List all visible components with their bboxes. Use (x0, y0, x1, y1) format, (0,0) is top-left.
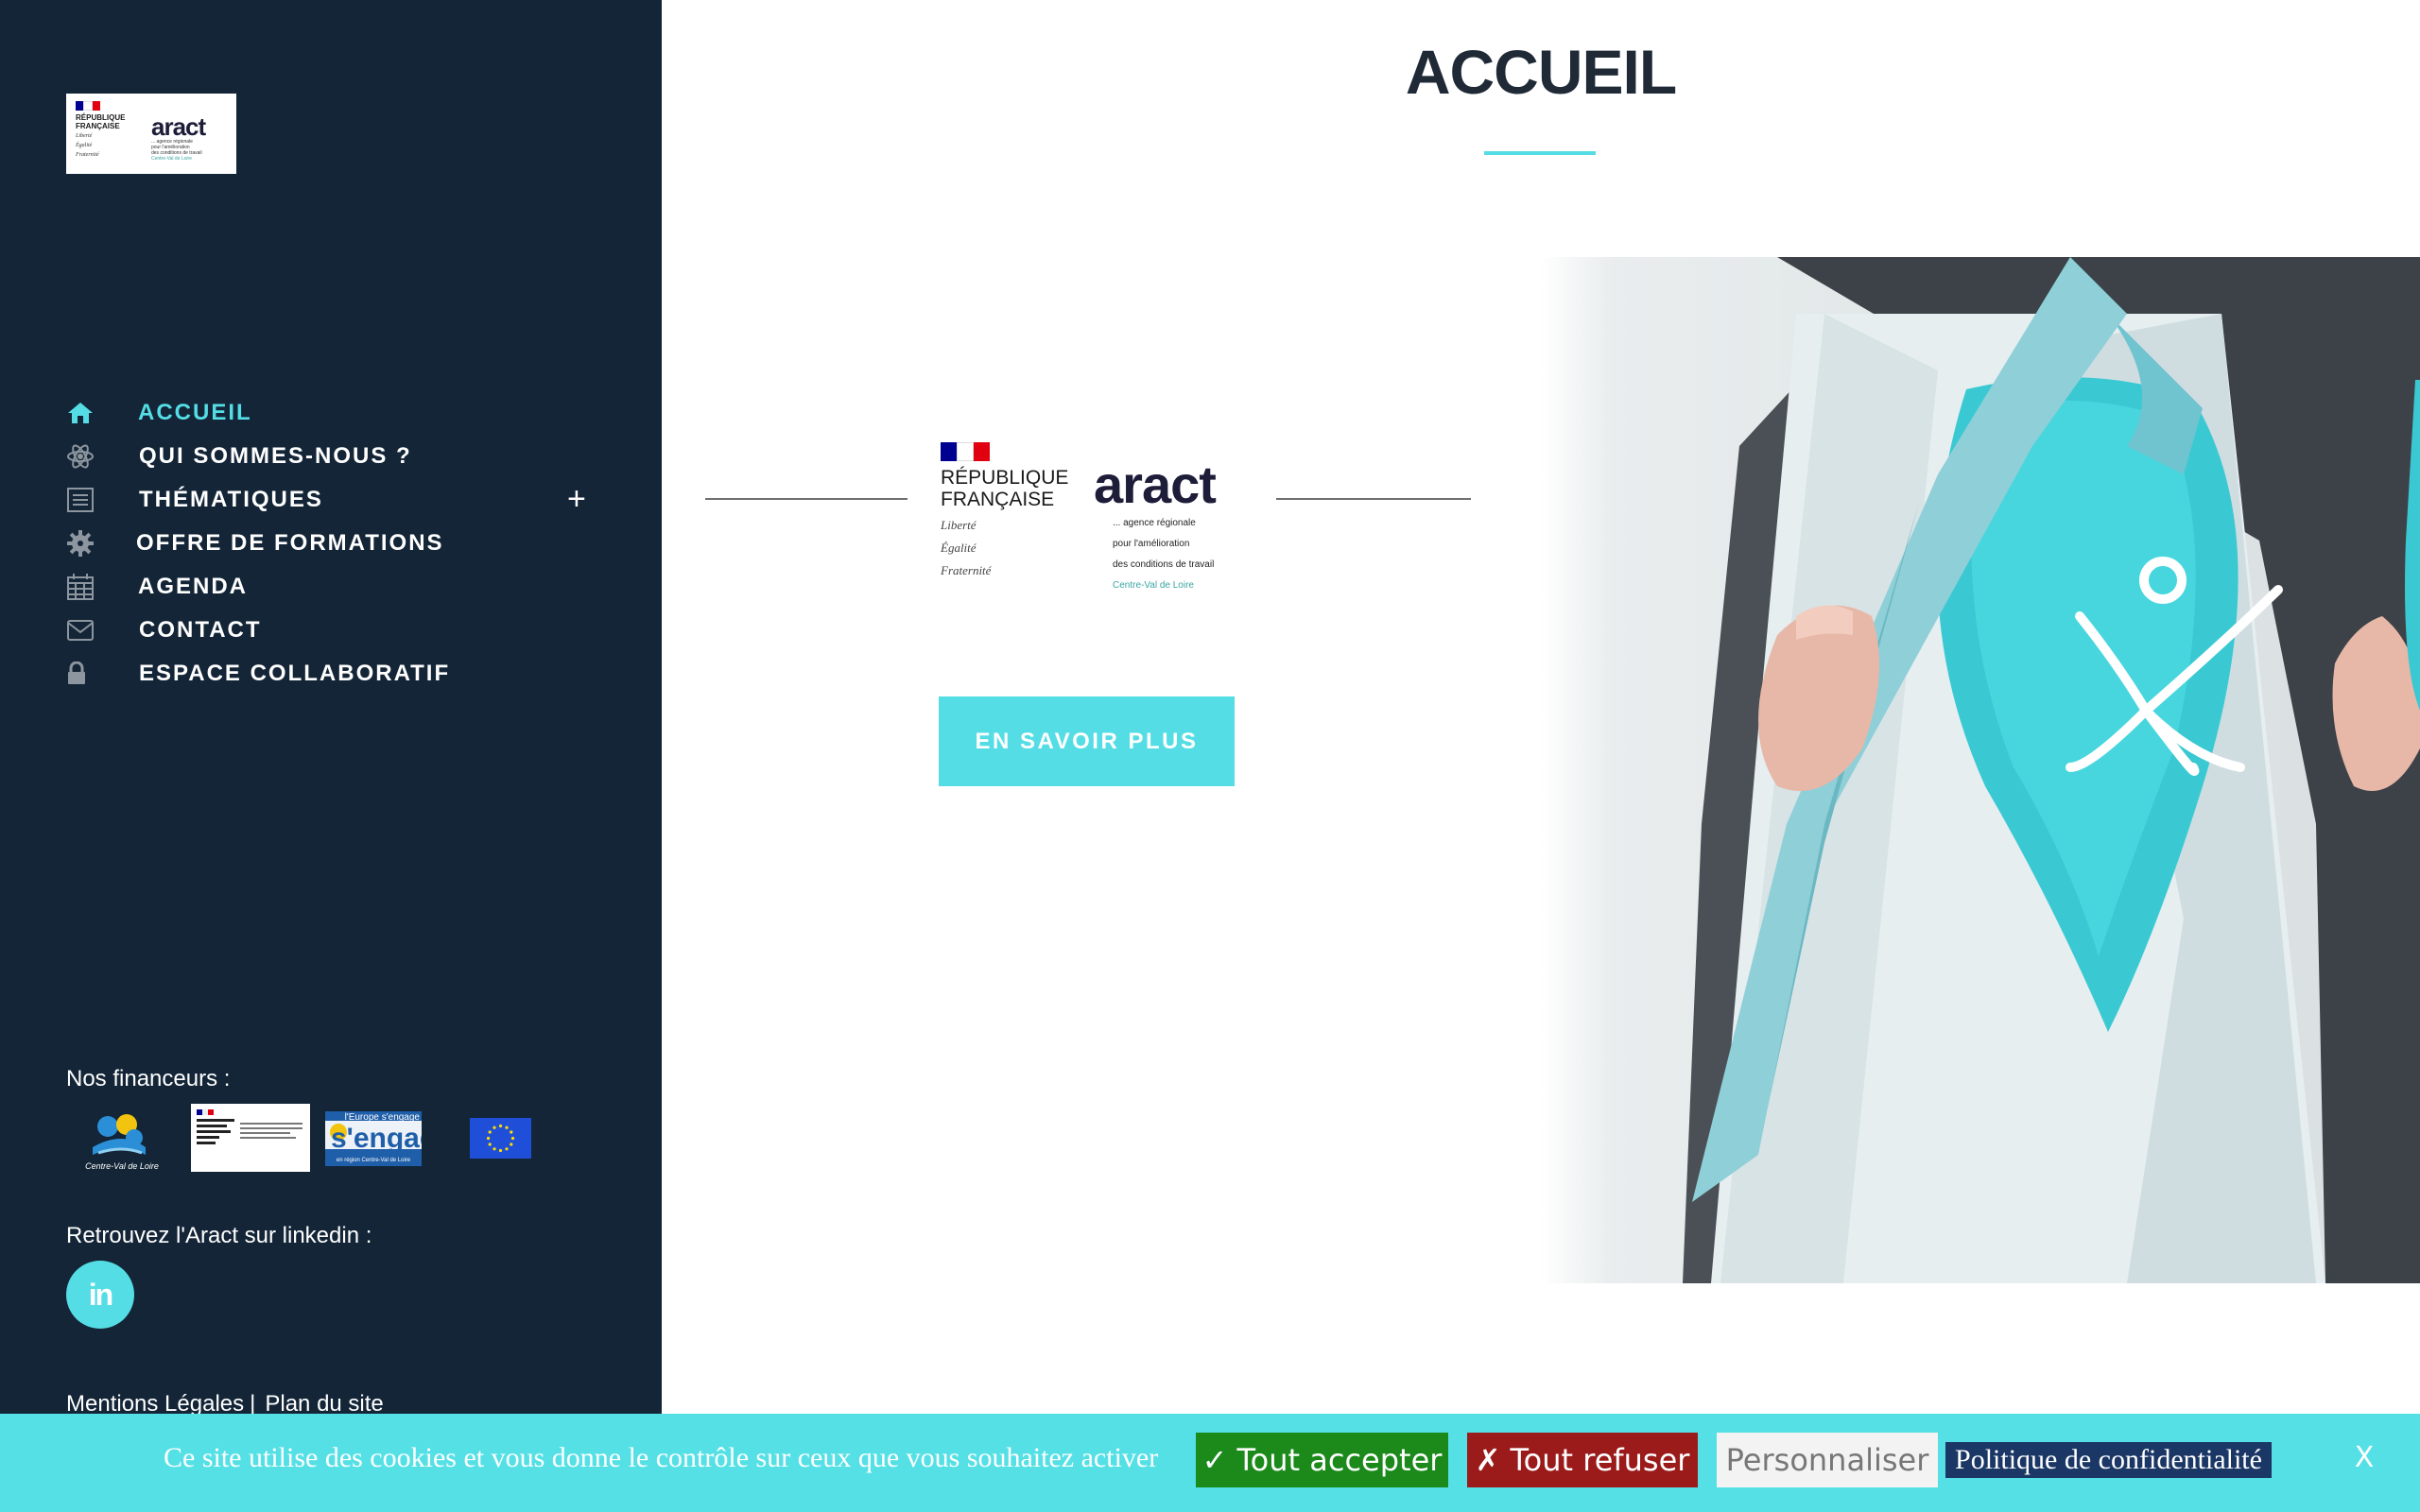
gear-icon (66, 529, 98, 558)
nav-label: CONTACT (139, 617, 262, 643)
eu-star (510, 1143, 513, 1146)
page-title: ACCUEIL (1405, 37, 1677, 107)
home-icon (66, 399, 98, 427)
marianne-logo: RÉPUBLIQUE FRANÇAISE Liberté Égalité Fra… (76, 101, 142, 159)
eu-star (505, 1125, 509, 1129)
prefet-title-lines (197, 1119, 234, 1157)
nav-label: THÉMATIQUES (139, 487, 323, 512)
site-logo[interactable]: RÉPUBLIQUE FRANÇAISE Liberté Égalité Fra… (66, 94, 236, 174)
document-icon (66, 486, 98, 514)
logo-text-line: FRANÇAISE (941, 489, 1055, 510)
divider-left (705, 498, 908, 500)
center-logo: RÉPUBLIQUE FRANÇAISE Liberté Égalité Fra… (941, 442, 1243, 591)
eu-star (505, 1147, 509, 1151)
centre-label: Centre-Val de Loire (85, 1161, 159, 1171)
eu-star (498, 1148, 503, 1153)
nav-item-qui-sommes-nous[interactable]: QUI SOMMES-NOUS ? (66, 435, 605, 478)
privacy-policy-button[interactable]: Politique de confidentialité (1945, 1442, 2272, 1478)
linkedin-icon: in (88, 1277, 113, 1312)
logo-motto-line: Liberté (941, 518, 977, 532)
nav-item-thematiques[interactable]: THÉMATIQUES + (66, 478, 605, 522)
logo-motto-line: Égalité (76, 143, 93, 148)
funders-title: Nos financeurs : (66, 1066, 231, 1091)
centre-val-de-loire-logo[interactable]: Centre-Val de Loire (79, 1109, 164, 1172)
europe-label: l'Europe s'engage (345, 1112, 421, 1123)
customize-button[interactable]: Personnaliser (1717, 1433, 1938, 1487)
expand-plus-icon[interactable]: + (567, 482, 586, 516)
eu-star (510, 1136, 515, 1141)
logo-motto-line: Fraternité (76, 152, 99, 158)
accept-all-button[interactable]: ✓ Tout accepter (1196, 1433, 1448, 1487)
eu-star (493, 1125, 496, 1129)
calendar-icon (66, 573, 98, 601)
envelope-icon (66, 616, 98, 644)
nav-label: AGENDA (138, 574, 249, 599)
logo-motto-line: Fraternité (941, 563, 992, 577)
cookie-message: Ce site utilise des cookies et vous donn… (164, 1442, 1159, 1473)
french-flag-icon (941, 442, 991, 461)
linkedin-title: Retrouvez l'Aract sur linkedin : (66, 1223, 372, 1248)
hero-illustration (1683, 257, 2420, 1283)
svg-text:s'engage: s'engage (331, 1123, 422, 1154)
hero-image (1541, 257, 2420, 1283)
eu-star (510, 1130, 513, 1134)
close-cookie-button[interactable]: X (2347, 1436, 2381, 1478)
nav-item-espace-collaboratif[interactable]: ESPACE COLLABORATIF (66, 652, 605, 696)
nav-label: ESPACE COLLABORATIF (139, 661, 451, 686)
nav-item-accueil[interactable]: ACCUEIL (66, 391, 605, 435)
aract-region: Centre-Val de Loire (1113, 580, 1194, 591)
atom-icon (66, 442, 98, 471)
aract-logo: aract ... agence régionale pour l'amélio… (1094, 455, 1245, 592)
aract-logo: aract ... agence régionale pour l'amélio… (151, 101, 206, 162)
aract-region: Centre-Val de Loire (151, 156, 192, 162)
divider-right (1276, 498, 1471, 500)
prefet-sub-lines (240, 1123, 302, 1142)
logo-motto-line: Égalité (941, 541, 977, 555)
french-flag-icon (76, 101, 100, 111)
sidebar: RÉPUBLIQUE FRANÇAISE Liberté Égalité Fra… (0, 0, 662, 1512)
eu-star (498, 1124, 503, 1128)
prefet-region-logo[interactable] (191, 1104, 310, 1172)
eu-star (486, 1136, 491, 1141)
europe-sub: en région Centre-Val de Loire (337, 1158, 411, 1163)
french-flag-icon (197, 1109, 214, 1115)
main-nav: ACCUEIL QUI SOMMES-NOUS ? THÉMATIQUES + … (66, 391, 605, 696)
refuse-all-button[interactable]: ✗ Tout refuser (1467, 1433, 1698, 1487)
aract-wordmark: aract (1094, 455, 1217, 514)
nav-item-agenda[interactable]: AGENDA (66, 565, 605, 609)
nav-label: QUI SOMMES-NOUS ? (139, 443, 412, 469)
logo-text-line: FRANÇAISE (76, 122, 120, 130)
funders-logos: Centre-Val de Loire l'Europe s'engage s'… (66, 1102, 558, 1173)
aract-tagline-line: pour l'amélioration (1113, 539, 1190, 549)
aract-wordmark: aract (151, 112, 206, 141)
eu-star (493, 1147, 496, 1151)
eu-star (488, 1130, 492, 1134)
eu-flag-logo[interactable] (470, 1118, 531, 1159)
aract-tagline-line: des conditions de travail (1113, 559, 1215, 570)
nav-item-offre-de-formations[interactable]: OFFRE DE FORMATIONS (66, 522, 605, 565)
aract-tagline-line: ... agence régionale (1113, 518, 1196, 528)
lock-icon (66, 660, 98, 688)
eu-star (488, 1143, 492, 1146)
learn-more-button[interactable]: EN SAVOIR PLUS (939, 696, 1235, 786)
logo-text-line: RÉPUBLIQUE (941, 467, 1069, 489)
linkedin-button[interactable]: in (66, 1261, 134, 1329)
nav-label: OFFRE DE FORMATIONS (136, 530, 444, 556)
logo-motto-line: Liberté (76, 133, 93, 139)
title-underline (1484, 151, 1596, 155)
nav-label: ACCUEIL (138, 400, 252, 425)
marianne-logo: RÉPUBLIQUE FRANÇAISE Liberté Égalité Fra… (941, 442, 1069, 578)
nav-item-contact[interactable]: CONTACT (66, 609, 605, 652)
logo-text-line: RÉPUBLIQUE (76, 113, 126, 122)
europe-s-engage-logo[interactable]: l'Europe s'engage s'engage en région Cen… (325, 1111, 422, 1166)
